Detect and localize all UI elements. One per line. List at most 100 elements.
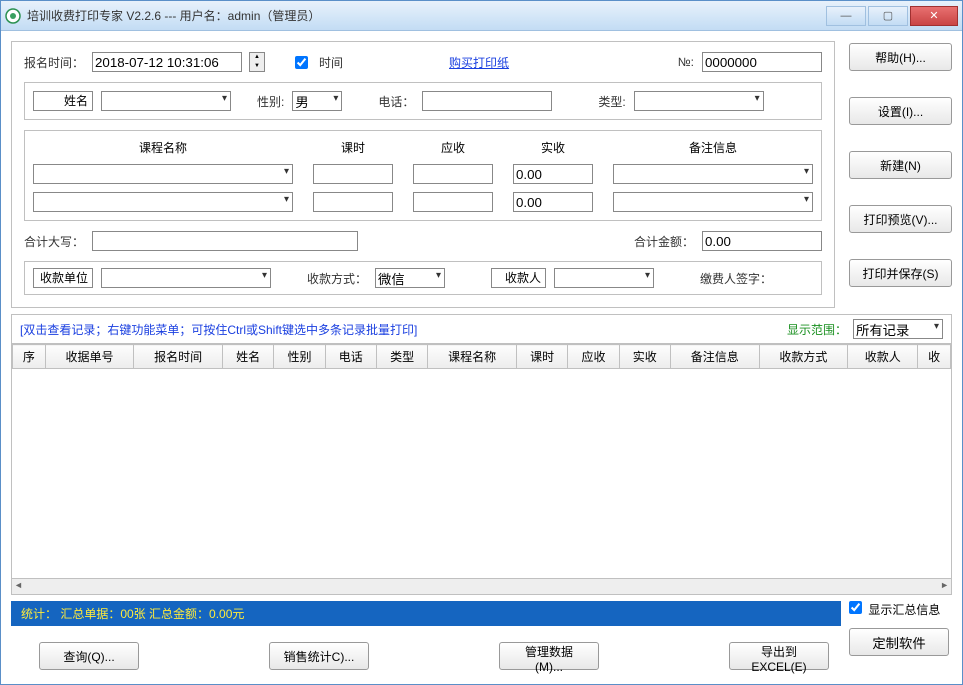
print-save-button[interactable]: 打印并保存(S) [849, 259, 952, 287]
received-input-2[interactable] [513, 192, 593, 212]
table-column-header[interactable]: 实收 [619, 345, 670, 369]
stats-text: 统计： 汇总单据：00张 汇总金额：0.00元 [21, 607, 244, 621]
table-column-header[interactable]: 收款人 [848, 345, 918, 369]
payment-panel: 收款单位 收款方式： 收款人 缴费人签字： [24, 261, 822, 295]
totals-row: 合计大写： 合计金额： [24, 231, 822, 251]
table-column-header[interactable]: 性别 [274, 345, 325, 369]
no-label: №: [678, 55, 694, 69]
records-panel: [双击查看记录；右键功能菜单；可按住Ctrl或Shift键选中多条记录批量打印]… [11, 314, 952, 595]
horizontal-scrollbar[interactable] [12, 578, 951, 594]
records-table: 序收据单号报名时间姓名性别电话类型课程名称课时应收实收备注信息收款方式收款人收 [12, 344, 951, 369]
phone-label: 电话： [378, 93, 414, 110]
app-window: 培训收费打印专家 V2.2.6 --- 用户名：admin（管理员） — ▢ ✕… [0, 0, 963, 685]
payee-btn[interactable]: 收款人 [491, 268, 546, 288]
method-label: 收款方式： [307, 270, 367, 287]
hdr-received: 实收 [513, 139, 593, 156]
records-table-wrap[interactable]: 序收据单号报名时间姓名性别电话类型课程名称课时应收实收备注信息收款方式收款人收 [12, 343, 951, 578]
remark-combo-1[interactable] [613, 164, 813, 184]
preview-button[interactable]: 打印预览(V)... [849, 205, 952, 233]
time-checkbox[interactable] [295, 56, 308, 69]
customize-button[interactable]: 定制软件 [849, 628, 949, 656]
maximize-button[interactable]: ▢ [868, 6, 908, 26]
close-button[interactable]: ✕ [910, 6, 958, 26]
row-datetime: 报名时间： ▲▼ 时间 购买打印纸 №: [24, 52, 822, 72]
received-input-1[interactable] [513, 164, 593, 184]
table-column-header[interactable]: 类型 [376, 345, 427, 369]
form-panel: 报名时间： ▲▼ 时间 购买打印纸 №: 姓名 [11, 41, 835, 308]
hdr-receivable: 应收 [413, 139, 493, 156]
type-combo[interactable] [634, 91, 764, 111]
course-combo-2[interactable] [33, 192, 293, 212]
table-column-header[interactable]: 序 [13, 345, 46, 369]
total-text-label: 合计大写： [24, 233, 84, 250]
side-buttons: 帮助(H)... 设置(I)... 新建(N) 打印预览(V)... 打印并保存… [849, 41, 952, 308]
hdr-hours: 课时 [313, 139, 393, 156]
no-input[interactable] [702, 52, 822, 72]
table-column-header[interactable]: 电话 [325, 345, 376, 369]
table-column-header[interactable]: 备注信息 [670, 345, 759, 369]
total-amount-label: 合计金额： [634, 233, 694, 250]
signature-label: 缴费人签字： [700, 270, 772, 287]
phone-input[interactable] [422, 91, 552, 111]
unit-combo[interactable] [101, 268, 271, 288]
gender-combo[interactable] [292, 91, 342, 111]
course-panel: 课程名称 课时 应收 实收 备注信息 [24, 130, 822, 221]
datetime-spinner[interactable]: ▲▼ [249, 52, 265, 72]
hours-input-1[interactable] [313, 164, 393, 184]
bottom-area: 统计： 汇总单据：00张 汇总金额：0.00元 查询(Q)... 销售统计C).… [11, 601, 952, 674]
hours-input-2[interactable] [313, 192, 393, 212]
receivable-input-2[interactable] [413, 192, 493, 212]
records-hint: [双击查看记录；右键功能菜单；可按住Ctrl或Shift键选中多条记录批量打印] [20, 321, 787, 338]
datetime-label: 报名时间： [24, 54, 84, 71]
receivable-input-1[interactable] [413, 164, 493, 184]
name-btn[interactable]: 姓名 [33, 91, 93, 111]
export-excel-button[interactable]: 导出到EXCEL(E) [729, 642, 829, 670]
total-amount-input[interactable] [702, 231, 822, 251]
method-combo[interactable] [375, 268, 445, 288]
hdr-remark: 备注信息 [613, 139, 813, 156]
help-button[interactable]: 帮助(H)... [849, 43, 952, 71]
client-area: 报名时间： ▲▼ 时间 购买打印纸 №: 姓名 [1, 31, 962, 684]
minimize-button[interactable]: — [826, 6, 866, 26]
name-combo[interactable] [101, 91, 231, 111]
gender-label: 性别: [257, 93, 284, 110]
show-summary-checkbox[interactable] [849, 601, 862, 614]
table-column-header[interactable]: 姓名 [222, 345, 273, 369]
table-column-header[interactable]: 课程名称 [428, 345, 517, 369]
table-column-header[interactable]: 收据单号 [45, 345, 134, 369]
table-column-header[interactable]: 收款方式 [759, 345, 848, 369]
window-controls: — ▢ ✕ [824, 6, 958, 26]
course-headers: 课程名称 课时 应收 实收 备注信息 [33, 139, 813, 156]
app-icon [5, 8, 21, 24]
course-row-2 [33, 192, 813, 212]
window-title: 培训收费打印专家 V2.2.6 --- 用户名：admin（管理员） [27, 7, 824, 24]
manage-data-button[interactable]: 管理数据(M)... [499, 642, 599, 670]
sales-stats-button[interactable]: 销售统计C)... [269, 642, 369, 670]
unit-btn[interactable]: 收款单位 [33, 268, 93, 288]
payee-combo[interactable] [554, 268, 654, 288]
personal-panel: 姓名 性别: 电话： 类型: [24, 82, 822, 120]
course-combo-1[interactable] [33, 164, 293, 184]
range-label: 显示范围： [787, 321, 847, 338]
settings-button[interactable]: 设置(I)... [849, 97, 952, 125]
buy-paper-link[interactable]: 购买打印纸 [449, 54, 509, 71]
type-label: 类型: [598, 93, 625, 110]
top-area: 报名时间： ▲▼ 时间 购买打印纸 №: 姓名 [11, 41, 952, 308]
table-column-header[interactable]: 收 [918, 345, 951, 369]
bottom-button-bar: 查询(Q)... 销售统计C)... 管理数据(M)... 导出到EXCEL(E… [11, 634, 841, 674]
hint-row: [双击查看记录；右键功能菜单；可按住Ctrl或Shift键选中多条记录批量打印]… [12, 315, 951, 343]
table-header-row: 序收据单号报名时间姓名性别电话类型课程名称课时应收实收备注信息收款方式收款人收 [13, 345, 951, 369]
show-summary-label: 显示汇总信息 [868, 603, 940, 617]
query-button[interactable]: 查询(Q)... [39, 642, 139, 670]
bottom-right: 显示汇总信息 定制软件 [849, 601, 952, 674]
datetime-input[interactable] [92, 52, 242, 72]
table-column-header[interactable]: 课时 [516, 345, 567, 369]
table-column-header[interactable]: 应收 [568, 345, 619, 369]
new-button[interactable]: 新建(N) [849, 151, 952, 179]
total-text-input[interactable] [92, 231, 358, 251]
table-column-header[interactable]: 报名时间 [134, 345, 223, 369]
course-row-1 [33, 164, 813, 184]
titlebar: 培训收费打印专家 V2.2.6 --- 用户名：admin（管理员） — ▢ ✕ [1, 1, 962, 31]
range-combo[interactable] [853, 319, 943, 339]
remark-combo-2[interactable] [613, 192, 813, 212]
